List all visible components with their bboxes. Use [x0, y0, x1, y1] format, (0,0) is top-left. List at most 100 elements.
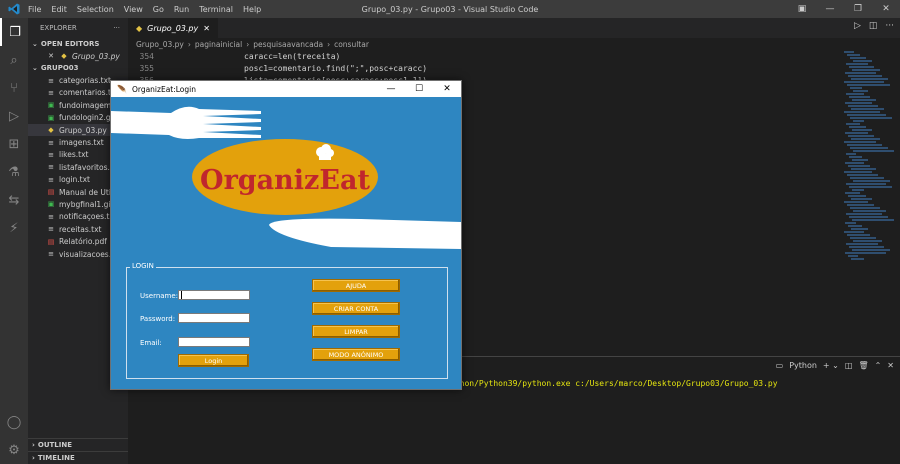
trash-icon[interactable]: 🗑	[858, 361, 868, 370]
remote-icon[interactable]: ⇆	[0, 186, 28, 214]
menu-go[interactable]: Go	[153, 5, 164, 14]
search-icon[interactable]: ⌕	[0, 46, 28, 74]
file-name: likes.txt	[59, 150, 89, 160]
minimap-line	[853, 60, 872, 62]
more-actions-icon[interactable]: ···	[113, 24, 120, 32]
password-field[interactable]	[178, 313, 250, 323]
live-share-icon[interactable]: ⚡	[0, 214, 28, 242]
minimap-line	[847, 144, 882, 146]
minimap-line	[852, 159, 868, 161]
image-file-icon: ▣	[47, 113, 55, 122]
restore-icon[interactable]: ❐	[844, 0, 872, 18]
maximize-panel-icon[interactable]: ⌃	[875, 361, 882, 370]
testing-icon[interactable]: ⚗	[0, 158, 28, 186]
tk-login-window: 🪶 OrganizEat:Login — ☐ ✕ OrganizEat LOGI…	[110, 80, 462, 390]
python-file-icon: ◆	[136, 23, 143, 33]
python-file-icon: ◆	[48, 126, 54, 135]
minimap-line	[853, 180, 890, 182]
run-icon[interactable]: ▷	[854, 21, 861, 31]
minimap-line	[846, 153, 856, 155]
minimap-line	[849, 126, 866, 128]
split-editor-icon[interactable]: ◫	[869, 21, 878, 31]
new-terminal-icon[interactable]: + ⌄	[823, 361, 839, 370]
text-file-icon: ≡	[48, 76, 54, 85]
minimap-line	[849, 246, 884, 248]
anonymous-mode-button[interactable]: MODO ANÓNIMO	[312, 348, 400, 361]
tk-close-icon[interactable]: ✕	[433, 81, 461, 97]
image-file-icon: ▣	[47, 200, 55, 209]
close-icon[interactable]: ✕	[872, 0, 900, 18]
timeline-section[interactable]: › TIMELINE	[28, 451, 128, 464]
minimap[interactable]	[844, 50, 894, 270]
minimap-line	[853, 90, 868, 92]
minimap-line	[848, 165, 870, 167]
minimap-line	[846, 123, 860, 125]
pdf-file-icon: ▤	[47, 188, 55, 197]
breadcrumb-item[interactable]: pesquisaavancada	[253, 40, 323, 49]
terminal-output[interactable]: ython/Python39/python.exe c:/Users/marco…	[450, 379, 778, 388]
minimap-line	[844, 231, 864, 233]
terminal-label[interactable]: Python	[789, 361, 817, 370]
minimap-line	[848, 135, 874, 137]
more-actions-icon[interactable]: ···	[885, 21, 894, 31]
close-panel-icon[interactable]: ✕	[887, 361, 894, 370]
text-file-icon: ≡	[48, 250, 54, 259]
close-icon[interactable]: ✕	[46, 52, 56, 60]
open-editor-item[interactable]: ✕ ◆ Grupo_03.py	[28, 50, 128, 62]
breadcrumb-item[interactable]: consultar	[334, 40, 369, 49]
clear-button[interactable]: LIMPAR	[312, 325, 400, 338]
username-field[interactable]	[178, 290, 250, 300]
tk-minimize-icon[interactable]: —	[377, 81, 405, 97]
minimize-icon[interactable]: —	[816, 0, 844, 18]
tk-maximize-icon[interactable]: ☐	[405, 81, 433, 97]
account-icon[interactable]: ◯	[0, 408, 28, 436]
close-icon[interactable]: ✕	[203, 24, 210, 33]
minimap-line	[844, 141, 876, 143]
menu-file[interactable]: File	[28, 5, 41, 14]
minimap-line	[850, 117, 892, 119]
minimap-line	[850, 57, 866, 59]
help-button[interactable]: AJUDA	[312, 279, 400, 292]
email-field[interactable]	[178, 337, 250, 347]
file-name: receitas.txt	[59, 224, 102, 234]
source-control-icon[interactable]: ⑂	[0, 74, 28, 102]
feather-icon: 🪶	[117, 84, 127, 94]
breadcrumb-item[interactable]: Grupo_03.py	[136, 40, 184, 49]
gear-icon[interactable]: ⚙	[0, 436, 28, 464]
minimap-line	[845, 102, 872, 104]
minimap-line	[844, 201, 868, 203]
text-file-icon: ≡	[48, 175, 54, 184]
minimap-line	[847, 234, 870, 236]
open-editors-section[interactable]: ⌄ OPEN EDITORS	[28, 38, 128, 50]
extensions-icon[interactable]: ⊞	[0, 130, 28, 158]
menu-run[interactable]: Run	[174, 5, 189, 14]
file-name: notificaçoes.txt	[59, 212, 117, 222]
login-button[interactable]: Login	[178, 354, 249, 367]
explorer-icon[interactable]: ❐	[0, 18, 28, 46]
minimap-line	[850, 177, 884, 179]
menu-edit[interactable]: Edit	[51, 5, 67, 14]
menu-terminal[interactable]: Terminal	[199, 5, 233, 14]
folder-section[interactable]: ⌄ GRUPO03	[28, 62, 128, 74]
minimap-line	[852, 249, 890, 251]
minimap-line	[845, 252, 886, 254]
file-name: login.txt	[59, 175, 90, 185]
layout-toggle-icon[interactable]: ▣	[788, 0, 816, 18]
run-debug-icon[interactable]: ▷	[0, 102, 28, 130]
create-account-button[interactable]: CRIAR CONTA	[312, 302, 400, 315]
outline-section[interactable]: › OUTLINE	[28, 438, 128, 451]
breadcrumb-item[interactable]: paginainicial	[195, 40, 242, 49]
minimap-line	[849, 186, 892, 188]
minimap-line	[853, 150, 894, 152]
text-file-icon: ≡	[48, 138, 54, 147]
minimap-line	[847, 114, 886, 116]
split-terminal-icon[interactable]: ◫	[845, 361, 853, 370]
menu-view[interactable]: View	[124, 5, 143, 14]
text-file-icon: ≡	[48, 163, 54, 172]
python-file-icon: ◆	[61, 52, 67, 61]
minimap-line	[850, 237, 876, 239]
menu-selection[interactable]: Selection	[77, 5, 114, 14]
minimap-line	[845, 222, 856, 224]
menu-help[interactable]: Help	[243, 5, 261, 14]
tab-grupo-03[interactable]: ◆ Grupo_03.py ✕	[128, 18, 218, 38]
